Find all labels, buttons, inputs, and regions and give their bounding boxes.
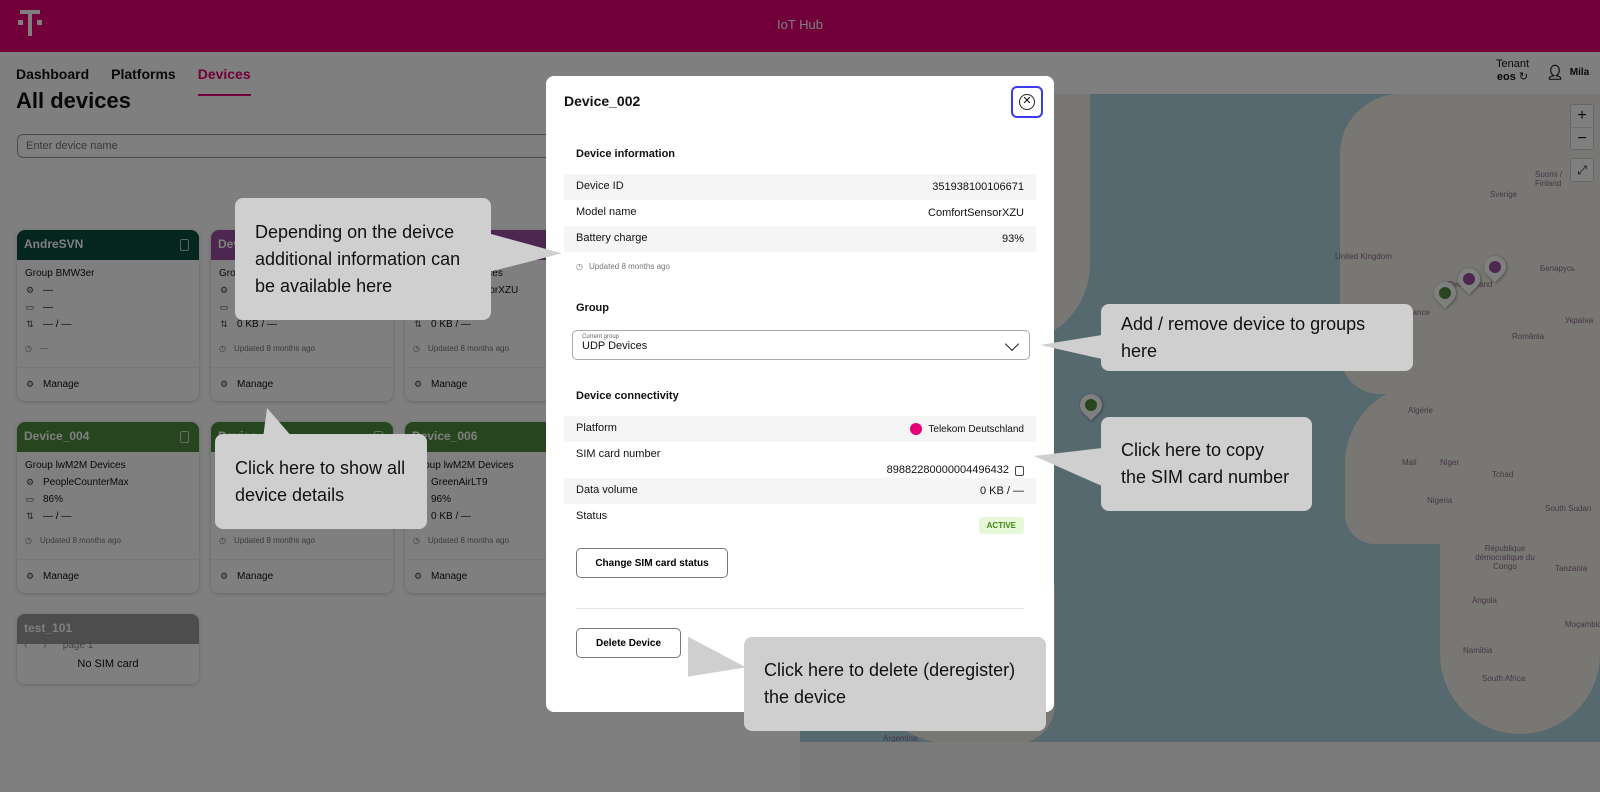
status-badge: ACTIVE — [978, 517, 1024, 534]
group-select-value: UDP Devices — [582, 340, 648, 352]
device-details-modal: Device_002 ✕ Device information Device I… — [546, 76, 1054, 712]
conn-row-platform: Platform Telekom Deutschland — [564, 416, 1036, 442]
row-value: ComfortSensorXZU — [928, 207, 1024, 219]
connectivity-heading: Device connectivity — [576, 390, 679, 402]
sim-number: 89882280000004496432 — [886, 464, 1009, 476]
change-sim-status-button[interactable]: Change SIM card status — [576, 548, 728, 578]
info-row-model-name: Model name ComfortSensorXZU — [564, 200, 1036, 226]
info-row-battery: Battery charge 93% — [564, 226, 1036, 252]
row-label: Model name — [576, 206, 637, 218]
callout-tail — [1034, 448, 1102, 486]
row-label: Battery charge — [576, 232, 648, 244]
callout-text: Click here to show all device details — [235, 457, 406, 505]
row-value: 351938100106671 — [932, 181, 1024, 193]
callout-info: Depending on the deivce additional infor… — [235, 198, 491, 320]
row-label: SIM card number — [576, 448, 661, 460]
row-value: 89882280000004496432 — [887, 448, 1024, 476]
group-select[interactable]: Current group UDP Devices — [572, 330, 1030, 360]
info-row-device-id: Device ID 351938100106671 — [564, 174, 1036, 200]
callout-text: Depending on the deivce additional infor… — [255, 221, 461, 296]
copy-icon[interactable] — [1015, 466, 1024, 476]
callout-copy: Click here to copy the SIM card number — [1101, 417, 1312, 511]
clock-icon: ◷ — [576, 262, 583, 271]
conn-row-data-volume: Data volume 0 KB / — — [564, 478, 1036, 504]
conn-row-status: Status ACTIVE — [564, 504, 1036, 540]
close-button[interactable]: ✕ — [1011, 86, 1043, 118]
group-heading: Group — [576, 302, 609, 314]
callout-groups: Add / remove device to groups here — [1101, 304, 1413, 371]
callout-details: Click here to show all device details — [215, 434, 427, 529]
callout-text: Add / remove device to groups here — [1121, 313, 1366, 361]
callout-tail — [1040, 335, 1102, 359]
row-value: 0 KB / — — [979, 485, 1024, 497]
row-label: Data volume — [576, 484, 638, 496]
callout-text: Click here to copy the SIM card number — [1121, 440, 1290, 487]
row-label: Device ID — [576, 180, 624, 192]
row-label: Platform — [576, 422, 617, 434]
platform-name: Telekom Deutschland — [928, 423, 1024, 435]
row-value: 93% — [1001, 233, 1024, 245]
callout-delete: Click here to delete (deregister) the de… — [744, 637, 1046, 731]
modal-title: Device_002 — [564, 93, 641, 109]
updated-timestamp: ◷ Updated 8 months ago — [576, 262, 670, 271]
updated-text: Updated 8 months ago — [588, 262, 670, 271]
row-value: Telekom Deutschland — [910, 422, 1024, 436]
callout-text: Click here to delete (deregister) the de… — [764, 660, 1016, 707]
delete-device-button[interactable]: Delete Device — [576, 628, 681, 658]
device-info-heading: Device information — [576, 148, 676, 160]
divider — [576, 608, 1024, 609]
row-label: Status — [576, 510, 608, 522]
conn-row-sim: SIM card number 89882280000004496432 — [564, 442, 1036, 482]
close-icon: ✕ — [1019, 94, 1035, 110]
telekom-icon — [910, 423, 923, 435]
